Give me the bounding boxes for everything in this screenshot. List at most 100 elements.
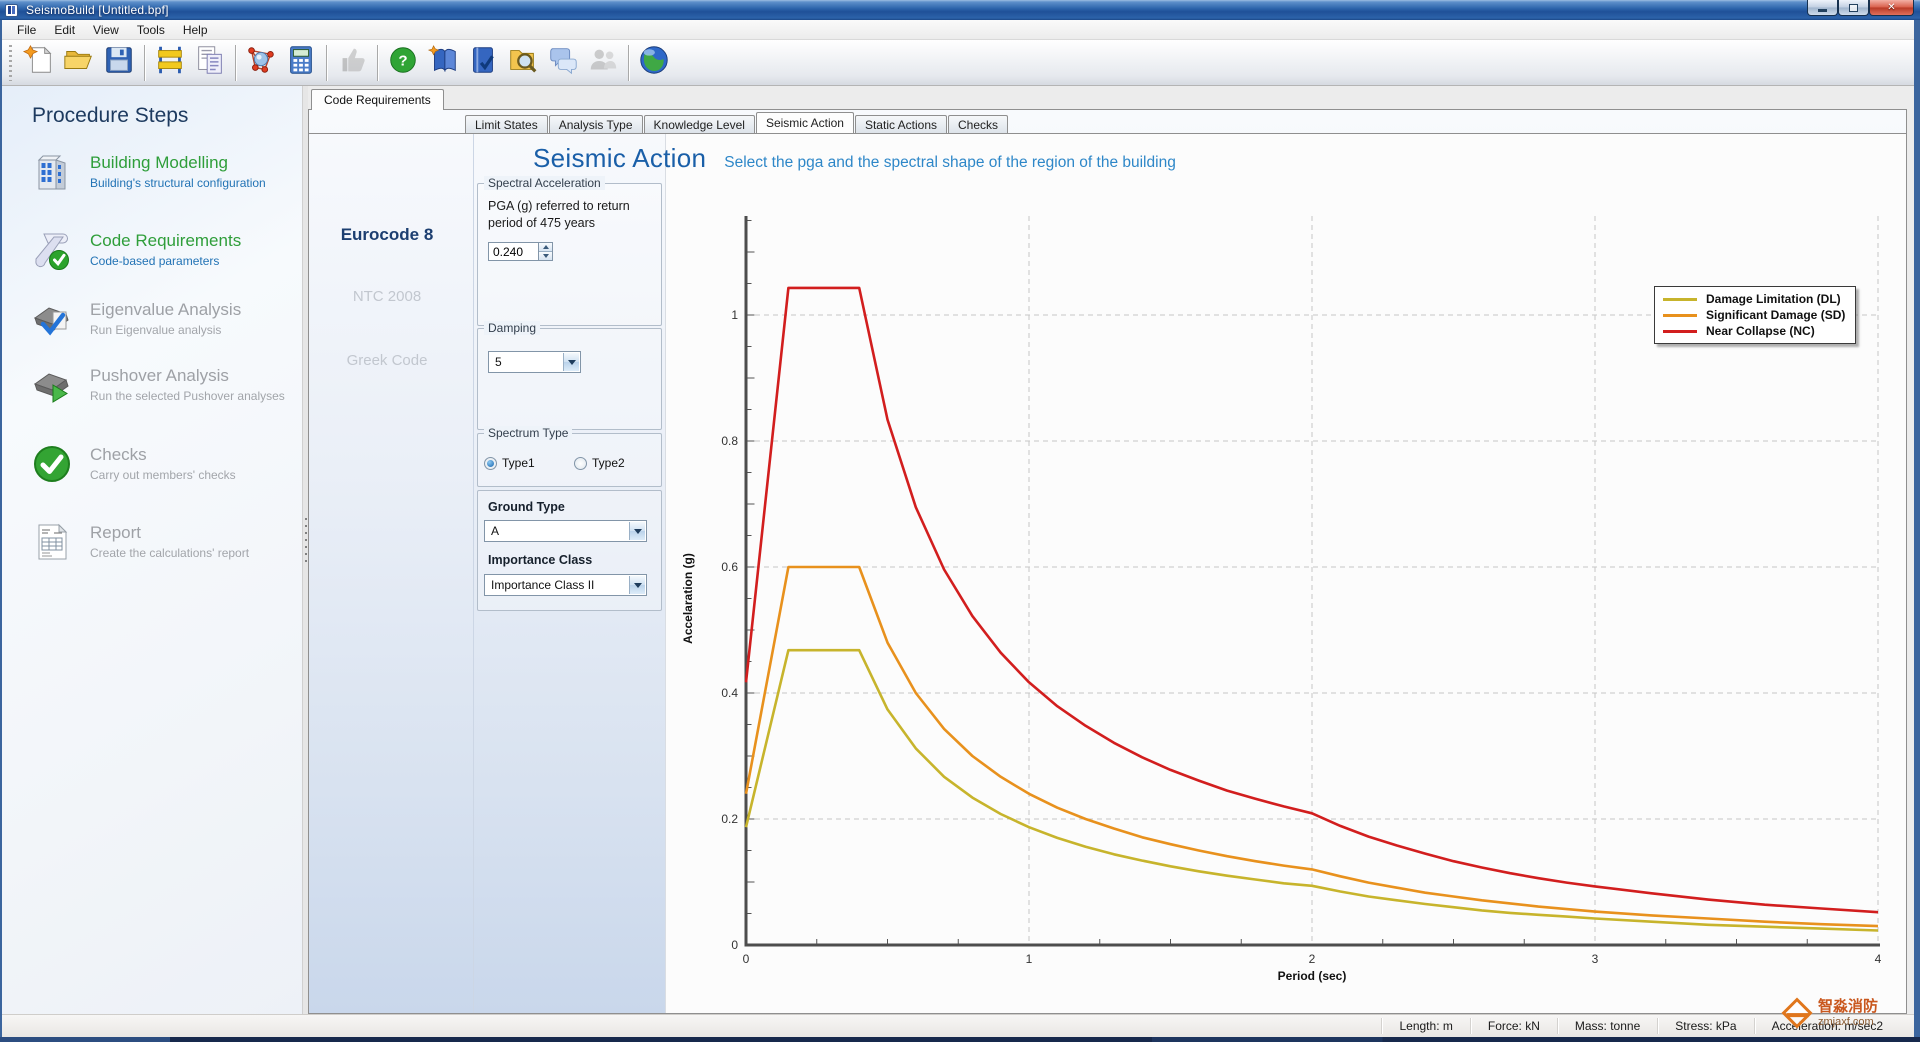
dropdown-arrow-button[interactable] xyxy=(629,522,645,540)
minimize-button[interactable] xyxy=(1807,0,1838,16)
new-file-button[interactable] xyxy=(19,43,59,83)
discussion-forum-button[interactable] xyxy=(543,43,583,83)
toolbar-separator xyxy=(628,45,629,81)
svg-text:0.4: 0.4 xyxy=(721,686,738,700)
calculator-icon xyxy=(284,43,318,82)
status-force: Force: kN xyxy=(1470,1018,1557,1034)
menu-help[interactable]: Help xyxy=(174,21,217,39)
open-folder-button[interactable] xyxy=(59,43,99,83)
chip-play-icon xyxy=(30,363,74,407)
new-file-icon xyxy=(22,43,56,82)
step-title: Building Modelling xyxy=(90,152,266,173)
model-3d-button[interactable] xyxy=(241,43,281,83)
page-header: Seismic Action Select the pga and the sp… xyxy=(533,143,1176,174)
save-button[interactable] xyxy=(99,43,139,83)
toolbar-separator xyxy=(235,45,236,81)
spin-down-icon xyxy=(543,254,549,258)
website-globe-button[interactable] xyxy=(634,43,674,83)
status-length: Length: m xyxy=(1381,1018,1469,1034)
code-item-greek-code[interactable]: Greek Code xyxy=(309,352,465,369)
sidebar-heading: Procedure Steps xyxy=(32,104,302,128)
status-stress: Stress: kPa xyxy=(1657,1018,1753,1034)
tab-checks[interactable]: Checks xyxy=(948,115,1008,133)
example-search-icon xyxy=(506,43,540,82)
restore-icon xyxy=(1849,4,1858,12)
legend-line-swatch xyxy=(1663,330,1697,333)
close-button[interactable]: ✕ xyxy=(1869,0,1914,16)
step-title: Pushover Analysis xyxy=(90,365,285,386)
menu-view[interactable]: View xyxy=(84,21,128,39)
step-text: Eigenvalue AnalysisRun Eigenvalue analys… xyxy=(90,297,241,337)
step-subtitle: Create the calculations' report xyxy=(90,546,249,560)
svg-text:1: 1 xyxy=(1026,952,1033,966)
ground-type-group: Ground Type A Importance Class Importanc… xyxy=(477,490,662,611)
frame-modeller-button[interactable] xyxy=(150,43,190,83)
svg-text:Period (sec): Period (sec) xyxy=(1278,969,1347,983)
ground-type-dropdown[interactable]: A xyxy=(484,520,647,542)
tutorial-book-button[interactable] xyxy=(423,43,463,83)
help-button[interactable]: ? xyxy=(383,43,423,83)
type2-radio[interactable] xyxy=(574,457,587,470)
restore-button[interactable] xyxy=(1838,0,1869,16)
toolbar-separator xyxy=(377,45,378,81)
calculator-button[interactable] xyxy=(281,43,321,83)
window-title: SeismoBuild [Untitled.bpf] xyxy=(26,3,169,17)
watermark-logo-icon xyxy=(1781,998,1812,1029)
sidebar-step-report: Report Create the calculations' report xyxy=(2,520,302,564)
code-item-eurocode-8[interactable]: Eurocode 8 xyxy=(309,225,465,245)
type1-radio[interactable] xyxy=(484,457,497,470)
chip-check-icon xyxy=(30,297,74,341)
tab-analysis-type[interactable]: Analysis Type xyxy=(549,115,643,133)
user-manual-button[interactable] xyxy=(463,43,503,83)
tab-limit-states[interactable]: Limit States xyxy=(465,115,548,133)
sidebar-step-building-modelling[interactable]: Building Modelling Building's structural … xyxy=(2,150,302,194)
title-bar: SeismoBuild [Untitled.bpf] ✕ xyxy=(0,0,1920,20)
report-document-icon xyxy=(193,43,227,82)
app-icon xyxy=(5,4,18,17)
step-subtitle: Run the selected Pushover analyses xyxy=(90,389,285,403)
damping-group: Damping 5 xyxy=(477,328,662,430)
legend-label: Near Collapse (NC) xyxy=(1706,324,1815,338)
step-subtitle: Building's structural configuration xyxy=(90,176,266,190)
code-item-ntc-2008[interactable]: NTC 2008 xyxy=(309,288,465,305)
code-requirements-page: Limit StatesAnalysis TypeKnowledge Level… xyxy=(308,109,1907,1014)
scroll-check-icon xyxy=(30,228,74,272)
example-search-button[interactable] xyxy=(503,43,543,83)
pga-spin-down-button[interactable] xyxy=(539,251,552,260)
step-title: Checks xyxy=(90,444,236,465)
svg-text:2: 2 xyxy=(1309,952,1316,966)
dropdown-arrow-button[interactable] xyxy=(563,353,579,371)
svg-text:4: 4 xyxy=(1875,952,1882,966)
menu-edit[interactable]: Edit xyxy=(45,21,84,39)
sidebar-step-code-requirements[interactable]: Code RequirementsCode-based parameters xyxy=(2,228,302,272)
chevron-down-icon xyxy=(634,529,642,534)
document-tab[interactable]: Code Requirements xyxy=(311,89,444,110)
tab-knowledge-level[interactable]: Knowledge Level xyxy=(644,115,755,133)
damping-value: 5 xyxy=(495,355,502,369)
taskbar-strip xyxy=(0,1037,1920,1042)
tab-static-actions[interactable]: Static Actions xyxy=(855,115,947,133)
status-mass: Mass: tonne xyxy=(1557,1018,1657,1034)
importance-class-dropdown[interactable]: Importance Class II xyxy=(484,574,647,596)
tab-seismic-action[interactable]: Seismic Action xyxy=(756,112,854,133)
client-area: FileEditViewToolsHelp ? Procedure Steps … xyxy=(2,20,1914,1037)
procedure-steps-panel: Procedure Steps Building ModellingBuildi… xyxy=(2,86,302,1014)
dropdown-arrow-button[interactable] xyxy=(629,576,645,594)
page-subtitle: Select the pga and the spectral shape of… xyxy=(724,154,1176,172)
report-icon xyxy=(30,520,74,564)
close-icon: ✕ xyxy=(1887,3,1895,13)
ground-type-label: Ground Type xyxy=(488,500,565,514)
toolbar-grip[interactable] xyxy=(9,45,12,81)
sidebar-step-checks: ChecksCarry out members' checks xyxy=(2,442,302,486)
pga-input[interactable] xyxy=(488,242,538,261)
pga-spin-up-button[interactable] xyxy=(539,243,552,251)
menu-tools[interactable]: Tools xyxy=(128,21,174,39)
menu-file[interactable]: File xyxy=(8,21,45,39)
spectrum-type-group: Spectrum Type Type1 Type2 xyxy=(477,433,662,487)
ground-type-value: A xyxy=(491,524,499,538)
step-title: Report xyxy=(90,522,249,543)
report-document-button[interactable] xyxy=(190,43,230,83)
main-area: Procedure Steps Building ModellingBuildi… xyxy=(2,86,1914,1014)
toolbar-separator xyxy=(326,45,327,81)
damping-dropdown[interactable]: 5 xyxy=(488,351,581,373)
